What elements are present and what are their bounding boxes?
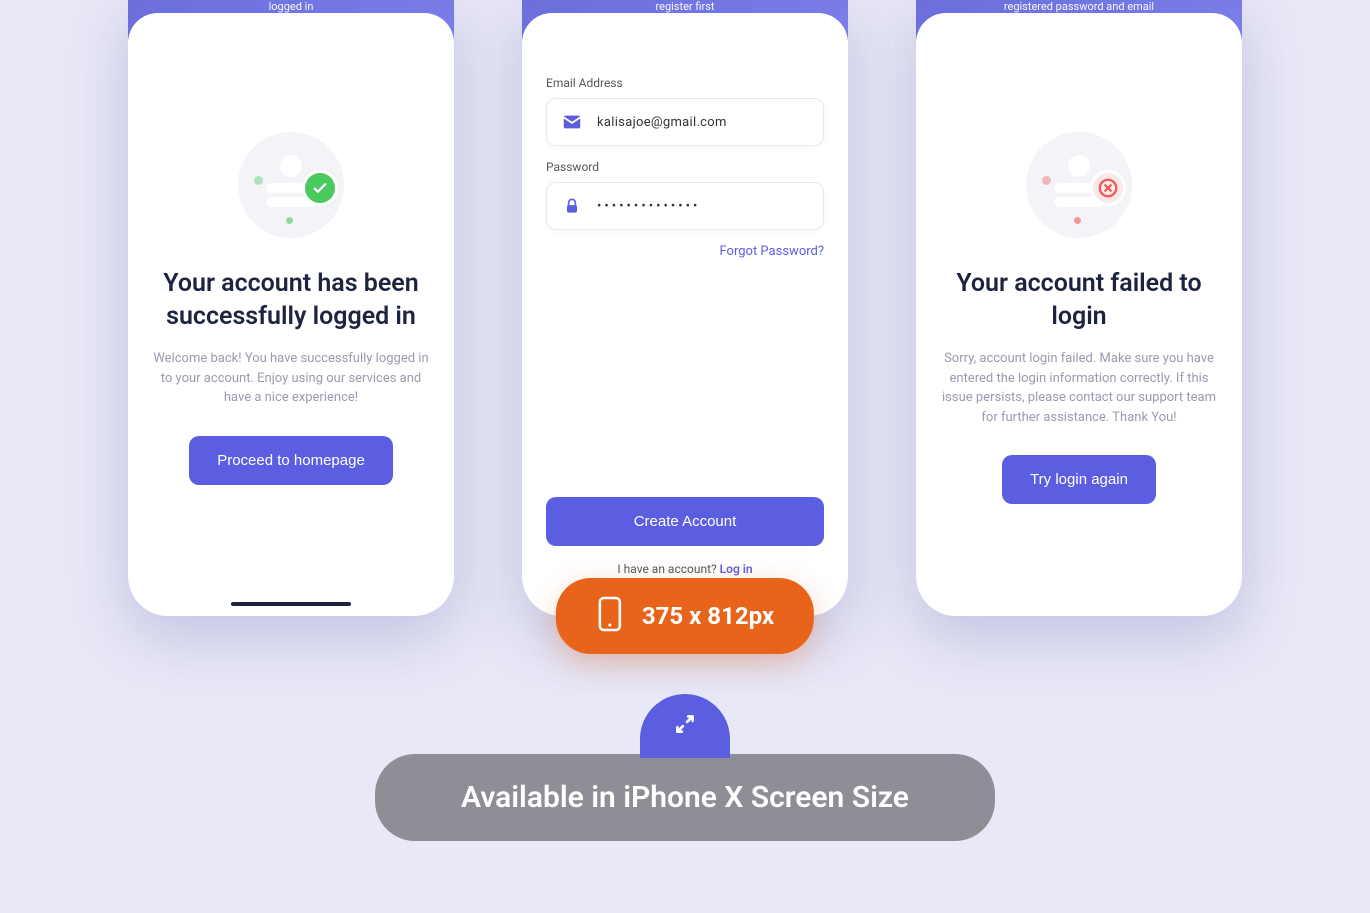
lock-icon (561, 195, 583, 217)
phone-header: registered password and email (916, 0, 1242, 42)
footer-prompt: I have an account? Log in (546, 562, 824, 576)
phone-error: registered password and email Your accou… (916, 0, 1242, 616)
dimensions-badge: 375 x 812px (556, 578, 814, 654)
dimensions-text: 375 x 812px (642, 602, 774, 630)
try-again-button[interactable]: Try login again (1002, 455, 1156, 504)
password-input[interactable]: •••••••••••••• (546, 182, 824, 230)
login-link[interactable]: Log in (720, 562, 753, 576)
mail-icon (561, 111, 583, 133)
collapse-icon (672, 711, 698, 741)
phone-register: register first Email Address kalisajoe@g… (522, 0, 848, 616)
home-indicator[interactable] (231, 602, 351, 606)
email-input[interactable]: kalisajoe@gmail.com (546, 98, 824, 146)
phone-success: logged in Your account has been successf… (128, 0, 454, 616)
email-value: kalisajoe@gmail.com (597, 115, 727, 130)
password-value: •••••••••••••• (597, 199, 700, 214)
error-title: Your account failed to login (940, 268, 1218, 333)
collapse-button[interactable] (640, 694, 730, 758)
create-account-button[interactable]: Create Account (546, 497, 824, 546)
password-label: Password (546, 160, 824, 174)
availability-text: Available in iPhone X Screen Size (461, 780, 909, 815)
error-status-icon (1026, 132, 1132, 238)
phone-header: register first (522, 0, 848, 42)
phone-header: logged in (128, 0, 454, 42)
availability-pill: Available in iPhone X Screen Size (375, 754, 995, 841)
phone-icon (596, 596, 624, 636)
success-subtitle: Welcome back! You have successfully logg… (152, 349, 430, 408)
error-subtitle: Sorry, account login failed. Make sure y… (940, 349, 1218, 427)
error-icon (1090, 170, 1126, 206)
checkmark-icon (302, 170, 338, 206)
proceed-homepage-button[interactable]: Proceed to homepage (189, 436, 393, 485)
success-title: Your account has been successfully logge… (152, 268, 430, 333)
success-status-icon (238, 132, 344, 238)
bottom-widget: Available in iPhone X Screen Size (375, 694, 995, 841)
header-subtitle: logged in (269, 0, 314, 13)
email-label: Email Address (546, 76, 824, 90)
forgot-password-link[interactable]: Forgot Password? (546, 244, 824, 259)
header-subtitle: register first (656, 0, 715, 13)
header-subtitle: registered password and email (1004, 0, 1154, 13)
